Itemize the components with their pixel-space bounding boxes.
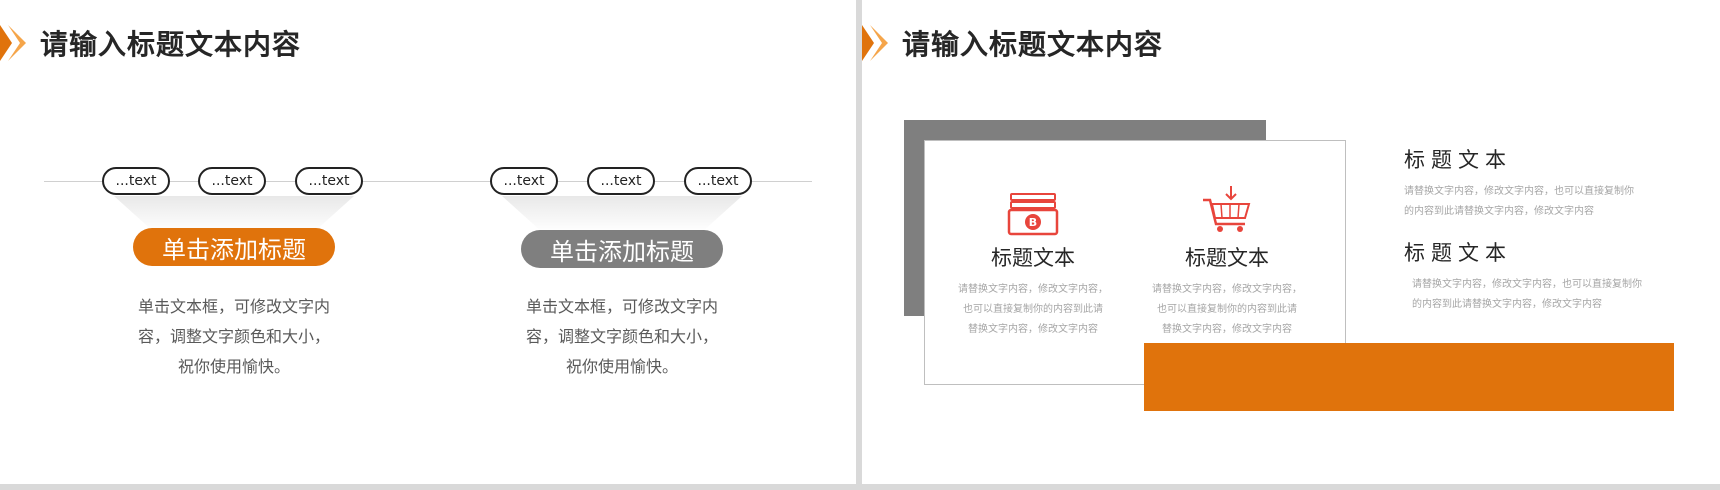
page-title: 请输入标题文本内容	[902, 28, 1164, 61]
shopping-cart-icon	[1142, 186, 1312, 238]
slide-left: 请输入标题文本内容 ...text ...text ...text 单击添加标题…	[0, 0, 856, 484]
side-text-line: 请替换文字内容，修改文字内容，也可以直接复制你	[1404, 186, 1634, 197]
card-text-line: 请替换文字内容，修改文字内容，	[958, 284, 1108, 295]
chevron-right-icon	[862, 25, 888, 61]
text-pill[interactable]: ...text	[295, 167, 363, 195]
group-label[interactable]: 单击添加标题	[521, 230, 723, 268]
side-text: 请替换文字内容，修改文字内容，也可以直接复制你 的内容到此请替换文字内容，修改文…	[1404, 275, 1664, 315]
card-text-line: 替换文字内容，修改文字内容	[1162, 324, 1292, 335]
desc-line: 容，调整文字颜色和大小，	[525, 327, 718, 346]
side-title: 标题文本	[1404, 241, 1512, 265]
money-icon: B	[948, 192, 1118, 238]
group-label[interactable]: 单击添加标题	[133, 228, 335, 266]
card-title: 标题文本	[1185, 246, 1269, 270]
side-text-line: 的内容到此请替换文字内容，修改文字内容	[1404, 206, 1594, 217]
card-title: 标题文本	[991, 246, 1075, 270]
side-text-line: 请替换文字内容，修改文字内容，也可以直接复制你	[1412, 279, 1642, 290]
card-text: 请替换文字内容，修改文字内容， 也可以直接复制你的内容到此请 替换文字内容，修改…	[948, 280, 1118, 340]
side-text: 请替换文字内容，修改文字内容，也可以直接复制你 的内容到此请替换文字内容，修改文…	[1404, 182, 1664, 222]
desc-line: 单击文本框，可修改文字内	[137, 297, 330, 316]
page-title: 请输入标题文本内容	[40, 28, 302, 61]
card-text: 请替换文字内容，修改文字内容， 也可以直接复制你的内容到此请 替换文字内容，修改…	[1142, 280, 1312, 340]
svg-text:B: B	[1029, 216, 1037, 229]
text-pill[interactable]: ...text	[490, 167, 558, 195]
desc-line: 容，调整文字颜色和大小，	[137, 327, 330, 346]
group-description: 单击文本框，可修改文字内 容，调整文字颜色和大小， 祝你使用愉快。	[512, 292, 732, 382]
card-text-line: 替换文字内容，修改文字内容	[968, 324, 1098, 335]
desc-line: 祝你使用愉快。	[177, 357, 290, 376]
group-description: 单击文本框，可修改文字内 容，调整文字颜色和大小， 祝你使用愉快。	[124, 292, 344, 382]
side-text-line: 的内容到此请替换文字内容，修改文字内容	[1412, 299, 1602, 310]
text-pill[interactable]: ...text	[198, 167, 266, 195]
text-pill[interactable]: ...text	[684, 167, 752, 195]
side-text-block: 标题文本 请替换文字内容，修改文字内容，也可以直接复制你 的内容到此请替换文字内…	[1404, 144, 1664, 222]
chevron-right-icon	[0, 25, 26, 61]
spotlight-shape	[502, 196, 742, 232]
card-item: 标题文本 请替换文字内容，修改文字内容， 也可以直接复制你的内容到此请 替换文字…	[1142, 186, 1312, 340]
side-title: 标题文本	[1404, 148, 1512, 172]
side-text-block: 标题文本 请替换文字内容，修改文字内容，也可以直接复制你 的内容到此请替换文字内…	[1404, 237, 1664, 315]
spotlight-shape	[114, 196, 354, 232]
text-pill[interactable]: ...text	[587, 167, 655, 195]
text-pill[interactable]: ...text	[102, 167, 170, 195]
card-text-line: 也可以直接复制你的内容到此请	[963, 304, 1103, 315]
card-text-line: 请替换文字内容，修改文字内容，	[1152, 284, 1302, 295]
slide-title-bar: 请输入标题文本内容	[862, 18, 1163, 68]
card-text-line: 也可以直接复制你的内容到此请	[1157, 304, 1297, 315]
slide-title-bar: 请输入标题文本内容	[0, 18, 301, 68]
orange-accent-block	[1144, 343, 1674, 411]
card-item: B 标题文本 请替换文字内容，修改文字内容， 也可以直接复制你的内容到此请 替换…	[948, 192, 1118, 340]
desc-line: 祝你使用愉快。	[565, 357, 678, 376]
desc-line: 单击文本框，可修改文字内	[525, 297, 718, 316]
slide-right: 请输入标题文本内容 B 标题文本 请替换文字内容，修改文字内容， 也可以直接复制…	[862, 0, 1720, 484]
